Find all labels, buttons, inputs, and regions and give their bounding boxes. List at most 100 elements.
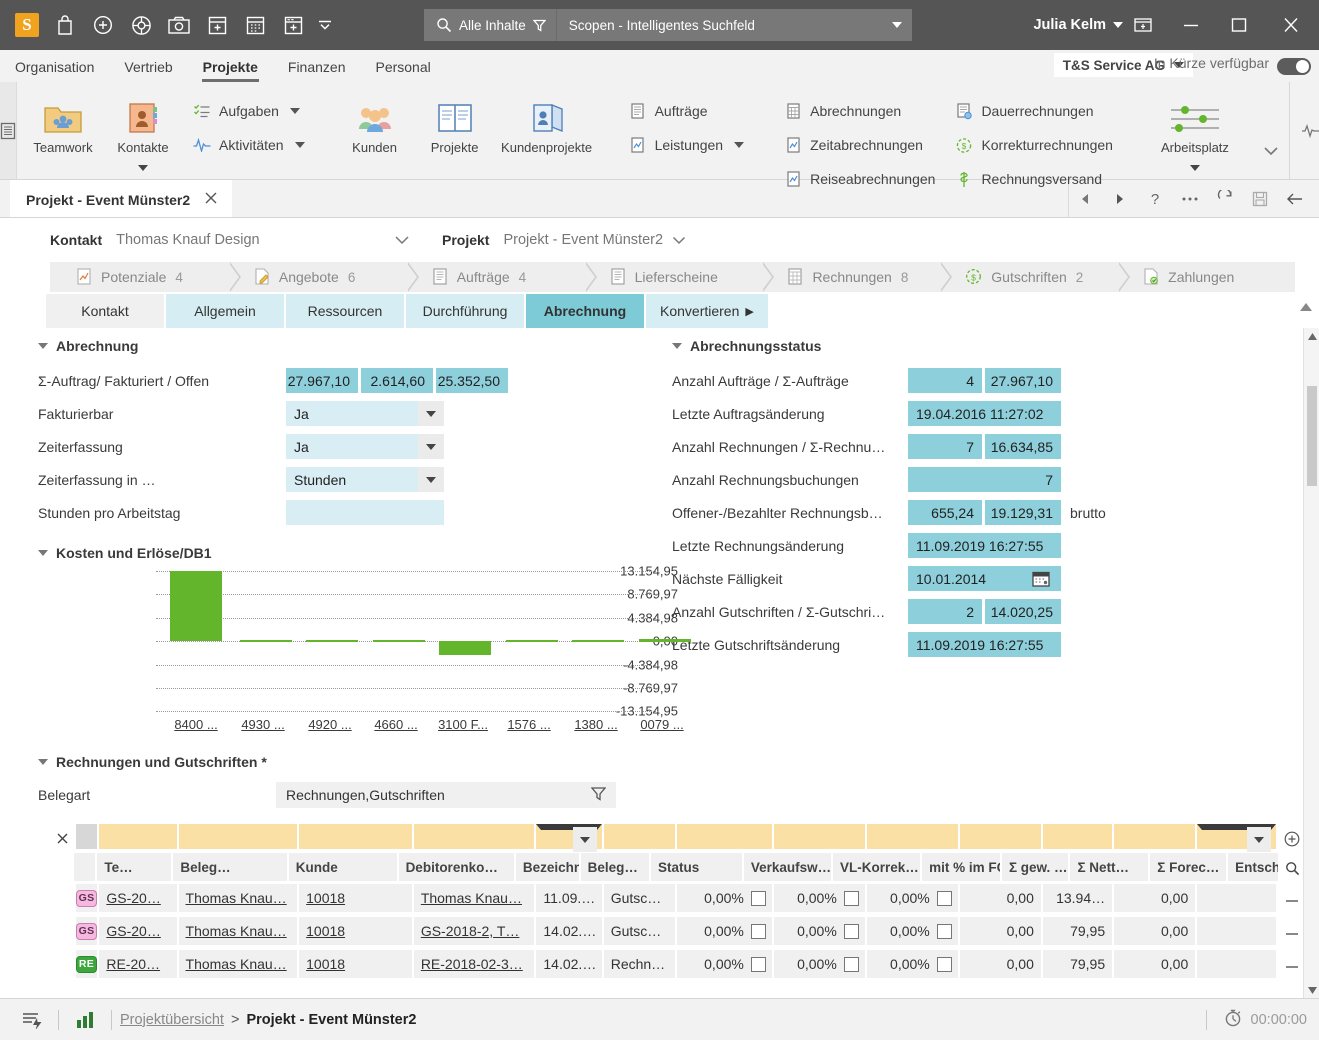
chevron-down-icon[interactable]	[892, 22, 902, 28]
chevron-down-icon[interactable]	[394, 233, 410, 248]
chart-bar[interactable]	[439, 641, 491, 656]
filter-cell-mit-prozent-fc[interactable]	[866, 824, 958, 849]
user-menu[interactable]: Julia Kelm	[1033, 0, 1123, 50]
abrechnung-section-header[interactable]: Abrechnung	[38, 338, 638, 354]
camera-icon[interactable]	[160, 7, 198, 43]
checkbox[interactable]	[936, 956, 952, 972]
column-header-entscheidung[interactable]: Entsch…	[1228, 853, 1278, 881]
plus-circle-icon[interactable]	[84, 7, 122, 43]
anzahl-rechnungsbuchungen-value[interactable]: 7	[908, 467, 1061, 492]
cell-debitorenkonto[interactable]: 10018	[299, 917, 412, 945]
checkbox[interactable]	[843, 890, 859, 906]
column-header-bezeichnung[interactable]: Bezeichnung …	[515, 853, 579, 881]
checkbox[interactable]	[750, 890, 766, 906]
column-header-kunde[interactable]: Kunde	[288, 853, 397, 881]
ribbon-button-projekte[interactable]: Projekte	[417, 88, 493, 155]
search-input[interactable]: Scopen - Intelligentes Suchfeld	[556, 9, 912, 41]
clear-filter-icon[interactable]	[50, 824, 76, 853]
chip-gutschriften[interactable]: $ Gutschriften 2	[939, 262, 1131, 292]
window-add-icon[interactable]	[274, 7, 312, 43]
minimize-button[interactable]	[1167, 0, 1215, 50]
checkbox[interactable]	[843, 956, 859, 972]
scroll-down-arrow-icon[interactable]	[1304, 982, 1319, 998]
scroll-up-icon[interactable]	[1299, 300, 1313, 315]
table-row[interactable]: GS GS-20… Thomas Knau… 10018 Thomas Knau…	[50, 884, 1306, 917]
belegart-filter-field[interactable]: Rechnungen,Gutschriften	[276, 782, 616, 808]
ribbon-button-kunden[interactable]: Kunden	[337, 88, 413, 155]
letzte-gutschriftsaenderung-value[interactable]: 11.09.2019 16:27:55	[908, 632, 1061, 657]
chevron-down-icon[interactable]	[734, 142, 745, 148]
tab-ressourcen[interactable]: Ressourcen	[286, 294, 404, 328]
cell-bezeichnung[interactable]: RE-2018-02-3…	[413, 950, 535, 978]
cell-beleg[interactable]: RE-20…	[99, 950, 177, 978]
row-collapse-icon[interactable]	[1278, 884, 1306, 917]
filter-cell-forecast[interactable]	[1114, 824, 1196, 849]
offener-betrag-value[interactable]: 655,24	[908, 500, 982, 525]
save-icon[interactable]	[1244, 181, 1276, 217]
timer-widget[interactable]: 00:00:00	[1198, 1009, 1307, 1031]
chevron-down-icon[interactable]	[289, 108, 300, 114]
row-collapse-icon[interactable]	[1278, 917, 1306, 950]
checkbox[interactable]	[750, 923, 766, 939]
overflow-caret-icon[interactable]	[312, 19, 338, 31]
tab-konvertieren[interactable]: Konvertieren ▶	[646, 294, 768, 328]
chart-bar[interactable]	[240, 640, 292, 642]
global-search[interactable]: Alle Inhalte Scopen - Intelligentes Such…	[424, 9, 912, 41]
ribbon-button-zeitabrechnungen[interactable]: Zeitabrechnungen	[776, 130, 943, 160]
x-tick-label[interactable]: 0079 ...	[622, 717, 702, 732]
ribbon-button-reiseabrechnungen[interactable]: Reiseabrechnungen	[776, 164, 943, 194]
app-logo-icon[interactable]: S	[8, 7, 46, 43]
column-header-gewichtet[interactable]: Σ gew. …	[1001, 853, 1069, 881]
refresh-icon[interactable]	[1209, 181, 1241, 217]
chip-lieferscheine[interactable]: Lieferscheine	[583, 262, 775, 292]
column-header-forecast[interactable]: Σ Forec…	[1150, 853, 1227, 881]
cell-bezeichnung[interactable]: GS-2018-2, T…	[413, 917, 535, 945]
tab-abrechnung[interactable]: Abrechnung	[526, 294, 644, 328]
stunden-pro-arbeitstag-input[interactable]	[286, 500, 444, 525]
zeiterfassung-select[interactable]: Ja	[286, 434, 444, 459]
chevron-down-icon[interactable]	[1247, 827, 1272, 852]
chart-bar[interactable]	[373, 640, 425, 642]
arbeitsplatz-more-caret[interactable]	[1189, 159, 1200, 174]
collapse-triangle-icon[interactable]	[38, 550, 48, 556]
projekt-field[interactable]: Projekt Projekt - Event Münster2	[442, 232, 686, 248]
chip-zahlungen[interactable]: Zahlungen	[1117, 262, 1296, 292]
ribbon-expand-button[interactable]	[1253, 82, 1289, 179]
cell-verkaufswert[interactable]: 0,00%	[676, 884, 772, 912]
ribbon-button-auftraege[interactable]: Aufträge	[621, 96, 753, 126]
chart-section-header[interactable]: Kosten und Erlöse/DB1	[38, 545, 678, 561]
help-icon[interactable]: ?	[1139, 181, 1171, 217]
chip-rechnungen[interactable]: Rechnungen 8	[761, 262, 953, 292]
menu-item-projekte[interactable]: Projekte	[188, 54, 273, 82]
menu-item-personal[interactable]: Personal	[360, 54, 445, 82]
chip-auftraege[interactable]: Aufträge 4	[405, 262, 597, 292]
checkbox[interactable]	[936, 923, 952, 939]
filter-cell-status[interactable]	[603, 824, 676, 849]
activity-pulse-icon[interactable]	[1288, 82, 1319, 179]
collapse-triangle-icon[interactable]	[38, 343, 48, 349]
filter-cell-vl-korrektur[interactable]	[773, 824, 865, 849]
cell-debitorenkonto[interactable]: 10018	[299, 950, 412, 978]
summe-auftrag-value[interactable]: 27.967,10	[286, 368, 358, 393]
anzahl-auftraege-value[interactable]: 4	[908, 368, 982, 393]
filter-cell-type[interactable]	[75, 824, 98, 849]
chart-bar[interactable]	[306, 640, 358, 642]
row-collapse-icon[interactable]	[1278, 950, 1306, 983]
maximize-button[interactable]	[1215, 0, 1263, 50]
menu-item-organisation[interactable]: Organisation	[0, 54, 109, 82]
calendar-grid-icon[interactable]	[236, 7, 274, 43]
stopwatch-icon[interactable]	[1224, 1009, 1242, 1031]
anzahl-rechnungen-value[interactable]: 7	[908, 434, 982, 459]
cell-kunde[interactable]: Thomas Knau…	[178, 917, 298, 945]
filter-cell-gewichtet[interactable]	[959, 824, 1041, 849]
chevron-down-icon[interactable]	[572, 827, 597, 852]
cell-verkaufswert[interactable]: 0,00%	[676, 950, 772, 978]
cell-mit-prozent-fc[interactable]: 0,00%	[866, 950, 958, 978]
column-header-mit-prozent-fc[interactable]: mit % im FC	[922, 853, 1000, 881]
cell-debitorenkonto[interactable]: 10018	[299, 884, 412, 912]
cell-beleg[interactable]: GS-20…	[99, 917, 177, 945]
scroll-up-arrow-icon[interactable]	[1304, 328, 1319, 344]
restore-window-icon[interactable]	[1119, 0, 1167, 50]
column-header-beleg[interactable]: Beleg…	[173, 853, 287, 881]
menu-item-vertrieb[interactable]: Vertrieb	[109, 54, 187, 82]
